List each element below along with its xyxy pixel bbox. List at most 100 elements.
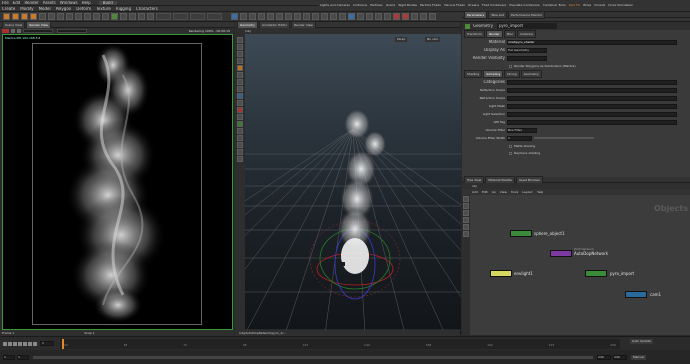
network-canvas[interactable]: Objects sphere_object1 DOP Network AutoD… [470,195,690,335]
play-icon[interactable] [23,341,27,346]
tab-shading[interactable]: Shading [464,70,483,78]
smoke-tool-icon[interactable] [411,13,418,20]
net-sticky-icon[interactable] [463,210,469,216]
tab-instance[interactable]: Instance [517,30,537,38]
shelf-tab-crowds[interactable]: Crowds [594,4,605,7]
gamepad-camera-icon[interactable] [375,13,382,20]
net-menu-edit[interactable]: Edit [482,191,488,194]
platonic-tool-icon[interactable] [111,13,118,20]
volume-light-icon[interactable] [276,13,283,20]
shelf-tab-lights[interactable]: Lights and Cameras [320,4,350,7]
step-forward-icon[interactable] [28,341,32,346]
step-back-icon[interactable] [8,341,12,346]
range-end-field[interactable]: 240 [613,354,627,360]
menu-help[interactable]: Help [82,1,91,5]
metaball-icon[interactable] [129,13,136,20]
distant-light-icon[interactable] [285,13,292,20]
menu-assets[interactable]: Assets [43,1,56,5]
tab-render[interactable]: Render [485,30,503,38]
menu-file[interactable]: File [2,1,9,5]
render-region-icon[interactable] [237,107,243,113]
tab-parameters[interactable]: Parameters [464,10,488,19]
paint-tool-icon[interactable] [237,149,243,155]
menu-render[interactable]: Render [24,1,38,5]
tab-geometry-sub[interactable]: Geometry [520,70,542,78]
volume-filter-width-field[interactable]: 1 [507,135,532,141]
circle-tool-icon[interactable] [66,13,73,20]
shelf-tab-grains[interactable]: Grains [386,4,396,7]
refraction-scope-field[interactable] [507,95,677,101]
net-menu-view[interactable]: View [500,191,507,194]
l-system-icon[interactable] [120,13,127,20]
stereo-camera-icon[interactable] [348,13,355,20]
shelf-tab-characters[interactable]: Characters [136,7,158,11]
vr-camera-icon[interactable] [357,13,364,20]
shelf-tab-polygon[interactable]: Polygon [56,7,72,11]
snap-tool-icon[interactable] [237,86,243,92]
shelf-tab-texture[interactable]: Texture [96,7,111,11]
tube-tool-icon[interactable] [21,13,28,20]
shelf-tab-oceans[interactable]: Oceans [468,4,479,7]
net-menu-help[interactable]: Help [537,191,544,194]
sculpt-tool-icon[interactable] [237,156,243,162]
raytrace-checkbox[interactable] [509,151,512,155]
lpe-tag-field[interactable] [507,119,677,125]
shelf-slot-3[interactable] [190,13,205,20]
renderer-select[interactable] [23,29,53,33]
handle-tool-icon[interactable] [237,65,243,71]
shelf-tab-deform[interactable]: Deform [76,7,91,11]
point-light-icon[interactable] [240,13,247,20]
draw-curve-icon[interactable] [84,13,91,20]
shelf-tab-collisions[interactable]: Collisions [353,4,367,7]
menu-windows[interactable]: Windows [60,1,78,5]
light-tool-icon[interactable] [237,100,243,106]
spray-paint-icon[interactable] [102,13,109,20]
net-menu-add[interactable]: Add [472,191,478,194]
line-tool-icon[interactable] [57,13,64,20]
matte-checkbox[interactable] [509,144,512,148]
tab-transform[interactable]: Transform [464,30,485,38]
group-tool-icon[interactable] [237,121,243,127]
spot-light-icon[interactable] [249,13,256,20]
tab-take-list[interactable]: Take List [488,10,508,19]
shelf-tab-create[interactable]: Create [2,7,15,11]
shelf-slot-2[interactable] [173,13,188,20]
sky-light-icon[interactable] [303,13,310,20]
node-autodopnetwork[interactable] [550,250,572,257]
viewport-path[interactable]: /obj [245,30,251,33]
desktop-label[interactable]: Build [98,0,117,5]
categories-field[interactable] [507,79,677,85]
snapshot-label[interactable]: Snap 1 [84,332,94,335]
gi-light-icon[interactable] [312,13,319,20]
font-tool-icon[interactable] [147,13,154,20]
node-cam[interactable] [625,291,647,298]
node-pyro-import[interactable] [585,270,607,277]
environment-light-icon[interactable] [294,13,301,20]
current-frame-field[interactable]: 1 [40,341,54,346]
camera-view-icon[interactable] [237,93,243,99]
shelf-tab-model[interactable]: Model [39,7,51,11]
light-selection-field[interactable] [507,111,677,117]
render-tool-icon[interactable] [384,13,391,20]
area-light-icon[interactable] [258,13,265,20]
shelf-slot-4[interactable] [207,13,222,20]
torus-tool-icon[interactable] [30,13,37,20]
shelf-tab-wires[interactable]: Wires [583,4,591,7]
update-mode[interactable]: Manual [631,354,646,360]
scale-tool-icon[interactable] [237,58,243,64]
switcher-icon[interactable] [366,13,373,20]
shelf-tab-pyro[interactable]: Pyro FX [569,4,580,7]
select-tool-icon[interactable] [237,37,243,43]
shelf-tab-particle-fluids[interactable]: Particle Fluids [420,4,441,7]
sphere-tool-icon[interactable] [3,13,10,20]
light-mask-field[interactable] [507,103,677,109]
net-view-icon[interactable] [463,203,469,209]
portal-light-icon[interactable] [330,13,337,20]
file-tool-icon[interactable] [138,13,145,20]
display-as-select[interactable]: Full Geometry [507,47,547,53]
billowy-smoke-icon[interactable] [420,13,427,20]
path-tool-icon[interactable] [93,13,100,20]
candle-icon[interactable] [429,13,436,20]
shelf-tab-rigid[interactable]: Rigid Bodies [398,4,417,7]
play-back-icon[interactable] [13,341,17,346]
